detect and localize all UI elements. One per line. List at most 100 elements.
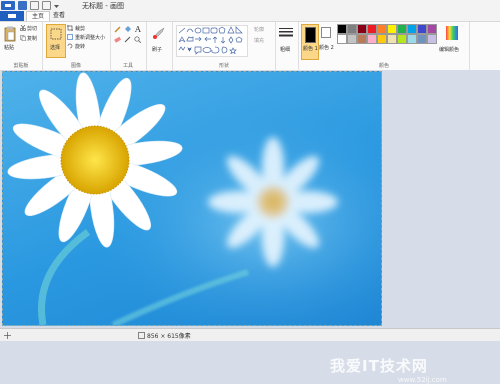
text-tool-icon[interactable]: A	[134, 25, 142, 33]
palette-color-swatch[interactable]	[417, 34, 427, 44]
crop-icon	[67, 25, 73, 31]
palette-color-swatch[interactable]	[347, 24, 357, 34]
window-title: 无标题 - 画图	[82, 2, 124, 10]
resize-button[interactable]: 重新调整大小	[67, 34, 110, 41]
palette-color-swatch[interactable]	[357, 34, 367, 44]
fill-label: 填充	[254, 38, 265, 44]
shapes-gallery-icons	[178, 26, 243, 55]
select-button[interactable]: 选择	[46, 24, 66, 58]
cursor-position-icon	[4, 332, 11, 339]
save-icon[interactable]	[18, 1, 27, 10]
app-menu-icon[interactable]	[1, 1, 15, 10]
ribbon-tabs: 主页 查看	[0, 11, 500, 21]
palette-color-swatch[interactable]	[387, 24, 397, 34]
colors-group-label: 颜色	[378, 63, 389, 69]
palette-color-swatch[interactable]	[427, 34, 437, 44]
copy-icon	[20, 35, 26, 41]
palette-color-swatch[interactable]	[417, 24, 427, 34]
redo-icon[interactable]	[42, 1, 51, 10]
tab-view[interactable]: 查看	[48, 11, 70, 21]
palette-color-swatch[interactable]	[397, 34, 407, 44]
rotate-label: 旋转	[75, 44, 86, 50]
palette-color-swatch[interactable]	[407, 24, 417, 34]
colors-group: 颜色 1 颜色 2 编辑颜色 颜色	[298, 22, 470, 70]
rotate-button[interactable]: 旋转	[67, 43, 109, 50]
shapes-group: 轮廓 填充 形状	[172, 22, 276, 70]
tools-group-label: 工具	[122, 63, 133, 69]
outline-dropdown[interactable]: 轮廓	[250, 26, 274, 34]
palette-color-swatch[interactable]	[377, 34, 387, 44]
palette-color-swatch[interactable]	[427, 24, 437, 34]
brushes-button[interactable]: 刷子	[148, 24, 170, 60]
palette-color-swatch[interactable]	[407, 34, 417, 44]
tools-group: A 工具	[110, 22, 147, 70]
ribbon: 粘贴 剪切 复制 剪贴板 选择 裁剪 重新调整大小 旋转 图像 A 工具 刷子 …	[0, 21, 500, 71]
color-picker-icon[interactable]	[124, 36, 131, 43]
palette-color-swatch[interactable]	[377, 24, 387, 34]
resize-label: 重新调整大小	[75, 35, 106, 41]
image-group: 选择 裁剪 重新调整大小 旋转 图像	[42, 22, 111, 70]
watermark-text: 我爱IT技术网	[330, 357, 428, 375]
cut-label: 剪切	[27, 26, 38, 32]
palette-color-swatch[interactable]	[367, 34, 377, 44]
clipboard-group: 粘贴 剪切 复制 剪贴板	[0, 22, 43, 70]
tab-home[interactable]: 主页	[26, 11, 51, 21]
size-label: 粗细	[280, 47, 291, 53]
palette-color-swatch[interactable]	[367, 24, 377, 34]
color1-label: 颜色 1	[303, 46, 318, 52]
paste-button[interactable]: 粘贴	[2, 24, 18, 54]
scissors-icon	[20, 25, 26, 31]
fill-dropdown[interactable]: 填充	[250, 37, 274, 45]
clipboard-group-label: 剪贴板	[13, 63, 29, 69]
color2-label: 颜色 2	[319, 45, 334, 51]
crop-label: 裁剪	[75, 26, 86, 32]
shapes-gallery[interactable]	[176, 25, 248, 57]
image-dimensions: 856 × 615像素	[147, 333, 191, 340]
edit-colors-icon	[446, 26, 458, 40]
size-button[interactable]: 粗细	[276, 24, 296, 60]
palette-color-swatch[interactable]	[337, 34, 347, 44]
line-width-icon	[279, 28, 293, 37]
magnifier-icon[interactable]	[134, 36, 141, 43]
rotate-icon	[67, 43, 73, 49]
color-palette	[337, 24, 437, 48]
color1-button[interactable]: 颜色 1	[301, 24, 319, 60]
shapes-group-label: 形状	[218, 63, 229, 69]
palette-color-swatch[interactable]	[347, 34, 357, 44]
brushes-label: 刷子	[152, 47, 163, 53]
palette-color-swatch[interactable]	[357, 24, 367, 34]
customize-quick-access-icon[interactable]	[54, 1, 59, 10]
undo-icon[interactable]	[30, 1, 39, 10]
select-icon	[50, 28, 62, 40]
svg-text:A: A	[134, 25, 141, 33]
color1-swatch	[305, 27, 316, 43]
brush-icon	[153, 27, 165, 39]
cut-button[interactable]: 剪切	[20, 25, 42, 33]
watermark-url: www.52ij.com	[398, 376, 447, 384]
outline-label: 轮廓	[254, 27, 265, 33]
eraser-icon[interactable]	[114, 36, 121, 43]
resize-icon	[67, 34, 73, 40]
pencil-icon[interactable]	[114, 26, 121, 33]
paste-label: 粘贴	[4, 45, 15, 51]
status-bar: 856 × 615像素	[0, 328, 500, 341]
paste-icon	[4, 26, 16, 42]
palette-color-swatch[interactable]	[387, 34, 397, 44]
edit-colors-button[interactable]: 编辑颜色	[439, 24, 467, 58]
drawing-canvas[interactable]	[2, 71, 382, 326]
file-menu-button[interactable]	[0, 11, 24, 21]
image-group-label: 图像	[70, 63, 81, 69]
workspace: 我爱IT技术网 www.52ij.com	[0, 70, 500, 384]
palette-color-swatch[interactable]	[337, 24, 347, 34]
color2-button[interactable]: 颜色 2	[319, 24, 334, 58]
select-label: 选择	[50, 45, 61, 51]
color2-swatch	[321, 27, 331, 38]
crop-button[interactable]: 裁剪	[67, 25, 109, 32]
palette-color-swatch[interactable]	[397, 24, 407, 34]
copy-button[interactable]: 复制	[20, 35, 42, 43]
copy-label: 复制	[27, 36, 38, 42]
edit-colors-label: 编辑颜色	[439, 47, 460, 53]
canvas-image	[3, 72, 381, 325]
image-size-icon	[138, 332, 145, 339]
fill-bucket-icon[interactable]	[124, 26, 131, 33]
